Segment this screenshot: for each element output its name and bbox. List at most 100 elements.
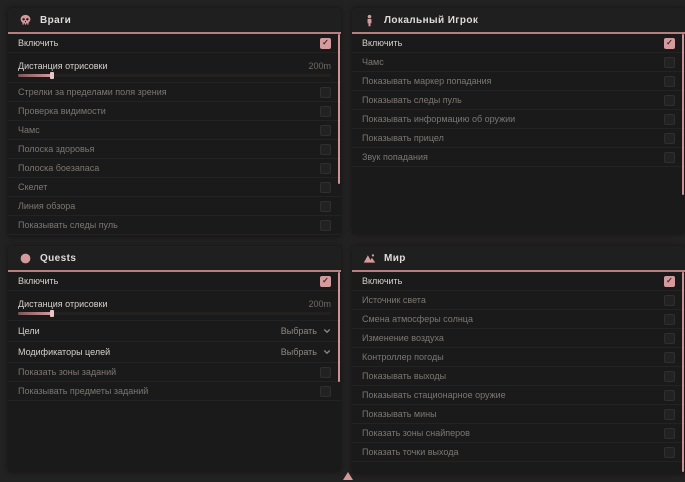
option-row[interactable]: Звук попадания [352,148,685,167]
option-label: Источник света [362,295,426,305]
panel-body: Включить Дистанция отрисовки200m Цели Выбра… [8,272,341,401]
person-icon [362,13,376,27]
checkbox[interactable] [664,314,675,325]
option-row[interactable]: Включить [8,272,341,291]
checkbox[interactable] [320,386,331,397]
option-label: Цели [18,326,40,336]
quest-icon [18,251,32,265]
option-label: Контроллер погоды [362,352,444,362]
panel-quests: QuestsВключитьДистанция отрисовки200mЦел… [8,246,341,472]
checkbox[interactable] [320,182,331,193]
option-row[interactable]: Включить [352,272,685,291]
option-row[interactable]: Смена атмосферы солнца [352,310,685,329]
option-label: Скелет [18,182,47,192]
checkbox[interactable] [320,367,331,378]
slider-label-line: Дистанция отрисовки200m [18,61,331,71]
option-row[interactable]: Показывать маркер попадания [352,72,685,91]
option-row[interactable]: Стрелки за пределами поля зрения [8,83,341,102]
panel-world: Мир Включить Источник света Смена атмосферы… [352,246,685,474]
option-row[interactable]: Показать точки выхода [352,443,685,462]
option-row[interactable]: Включить [8,34,341,53]
checkbox[interactable] [664,38,675,49]
chevron-down-icon [323,348,331,356]
checkbox[interactable] [664,95,675,106]
option-row[interactable]: Чамс [8,121,341,140]
scrollbar-thumb[interactable] [338,34,340,184]
option-row[interactable]: Полоска боезапаса [8,159,341,178]
option-row[interactable]: Показывать следы пуль [352,91,685,110]
panel-header-local-player: Локальный Игрок [352,8,685,34]
panel-title: Локальный Игрок [384,15,478,26]
checkbox[interactable] [664,276,675,287]
checkbox[interactable] [664,409,675,420]
checkbox[interactable] [664,390,675,401]
option-label: Показать зоны заданий [18,367,116,377]
option-row[interactable]: Контроллер погоды [352,348,685,367]
option-label: Полоска боезапаса [18,163,99,173]
option-row[interactable]: Источник света [352,291,685,310]
option-row[interactable]: Показать зоны снайперов [352,424,685,443]
checkbox[interactable] [320,201,331,212]
option-row[interactable]: Показывать выходы [352,367,685,386]
option-row[interactable]: Полоска здоровья [8,140,341,159]
checkbox[interactable] [320,38,331,49]
option-label: Показать зоны снайперов [362,428,470,438]
option-row[interactable]: Показывать стационарное оружие [352,386,685,405]
checkbox[interactable] [320,144,331,155]
option-label: Показывать маркер попадания [362,76,492,86]
checkbox[interactable] [664,371,675,382]
scrollbar-thumb[interactable] [682,272,684,472]
option-row[interactable]: Чамс [352,53,685,72]
slider-row: Дистанция отрисовки200m [8,291,341,321]
checkbox[interactable] [664,152,675,163]
checkbox[interactable] [664,295,675,306]
dropdown-select[interactable]: Выбрать [281,326,331,336]
slider-label-line: Дистанция отрисовки200m [18,299,331,309]
dropdown-value: Выбрать [281,326,317,336]
checkbox[interactable] [320,106,331,117]
option-row[interactable]: Показывать прицел [352,129,685,148]
checkbox[interactable] [320,276,331,287]
checkbox[interactable] [664,114,675,125]
option-row[interactable]: Показать зоны заданий [8,363,341,382]
scrollbar-thumb[interactable] [682,34,684,195]
checkbox[interactable] [664,76,675,87]
slider-handle[interactable] [50,72,54,79]
scrollbar-thumb[interactable] [338,272,340,382]
slider-row: Дистанция отрисовки200m [8,53,341,83]
dropdown-select[interactable]: Выбрать [281,347,331,357]
option-label: Линия обзора [18,201,75,211]
option-label: Изменение воздуха [362,333,444,343]
option-row[interactable]: Показывать информацию об оружии [352,110,685,129]
slider-track[interactable] [18,312,331,315]
option-label: Показывать прицел [362,133,444,143]
option-row[interactable]: Проверка видимости [8,102,341,121]
option-label: Дистанция отрисовки [18,299,108,309]
checkbox[interactable] [664,133,675,144]
dropdown-row[interactable]: Модификаторы целейВыбрать [8,342,341,363]
option-row[interactable]: Скелет [8,178,341,197]
checkbox[interactable] [664,57,675,68]
option-label: Показывать предметы заданий [18,386,148,396]
checkbox[interactable] [664,352,675,363]
checkbox[interactable] [664,333,675,344]
panel-title: Мир [384,253,406,264]
dropdown-row[interactable]: Цели Выбрать [8,321,341,342]
checkbox[interactable] [320,163,331,174]
option-row[interactable]: Показывать предметы заданий [8,382,341,401]
slider-handle[interactable] [50,310,54,317]
option-row[interactable]: Показывать мины [352,405,685,424]
checkbox[interactable] [664,447,675,458]
option-row[interactable]: Линия обзора [8,197,341,216]
option-label: Включить [362,276,402,286]
checkbox[interactable] [320,87,331,98]
checkbox[interactable] [320,125,331,136]
checkbox[interactable] [664,428,675,439]
panel-header-enemies: Враги [8,8,341,34]
slider-track[interactable] [18,74,331,77]
option-row[interactable]: Включить [352,34,685,53]
option-row[interactable]: Изменение воздуха [352,329,685,348]
checkbox[interactable] [320,220,331,231]
option-row[interactable]: Показывать следы пуль [8,216,341,235]
panel-title: Враги [40,15,71,26]
